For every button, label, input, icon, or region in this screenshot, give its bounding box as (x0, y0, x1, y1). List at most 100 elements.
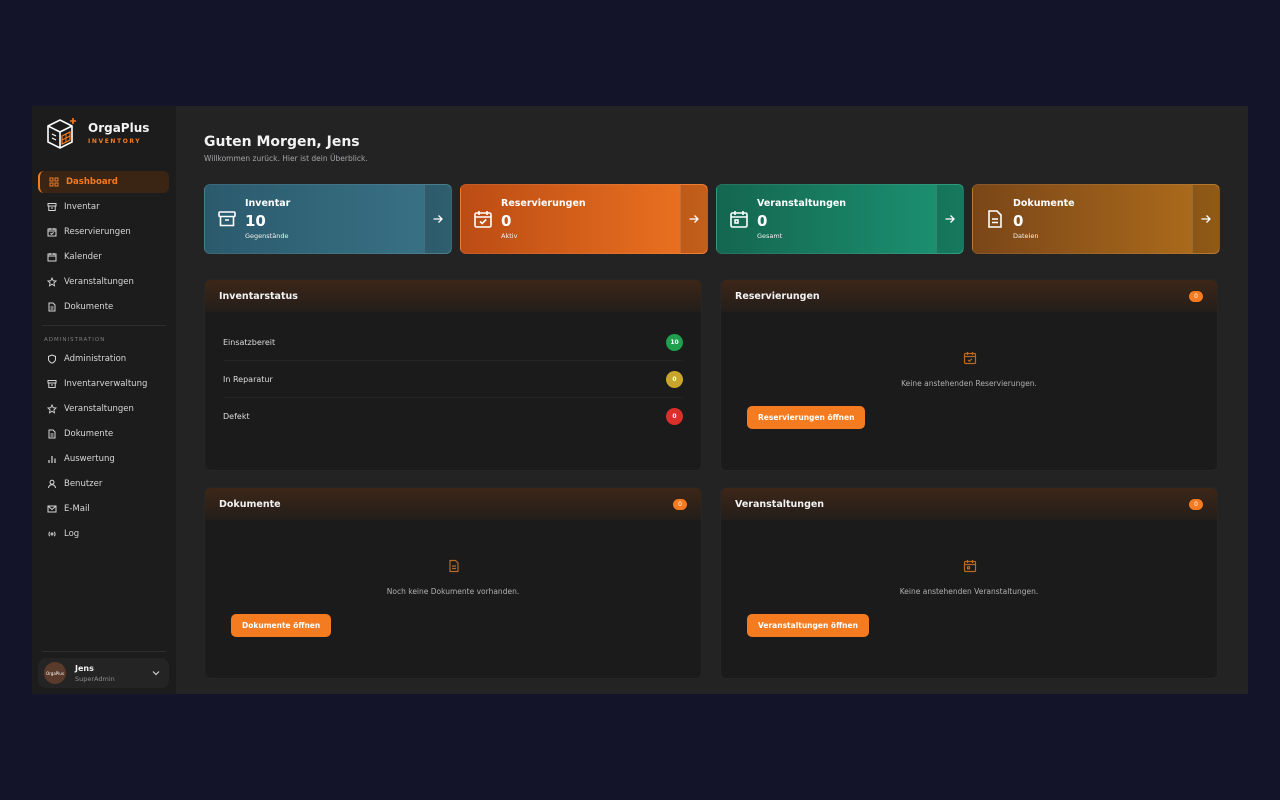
brand[interactable]: OrgaPlus INVENTORY (44, 116, 149, 150)
calendar-icon (730, 211, 748, 228)
shield-icon (48, 354, 56, 364)
stat-title: Reservierungen (501, 198, 586, 209)
panel-header: Inventarstatus (205, 280, 701, 312)
status-count-badge: 0 (666, 407, 683, 425)
sidebar-item-veranstaltungen[interactable]: Veranstaltungen (38, 271, 169, 293)
sidebar-item-label: Veranstaltungen (64, 404, 134, 414)
stat-card-reservierungen[interactable]: Reservierungen 0 Aktiv (460, 184, 708, 254)
inventory-status-panel: Inventarstatus Einsatzbereit 10 In Repar… (204, 279, 702, 471)
chevron-down-icon[interactable] (151, 668, 161, 678)
mail-icon (47, 505, 57, 513)
archive-icon (47, 203, 57, 211)
sidebar-item-dokumente[interactable]: Dokumente (38, 296, 169, 318)
archive-icon (218, 211, 236, 227)
stat-value: 0 (757, 212, 768, 230)
open-reservations-button[interactable]: Reservierungen öffnen (747, 406, 866, 429)
page-subtitle: Willkommen zurück. Hier ist dein Überbli… (204, 154, 368, 163)
admin-section-label: ADMINISTRATION (44, 337, 106, 343)
sidebar-divider (42, 325, 166, 326)
stat-card-veranstaltungen[interactable]: Veranstaltungen 0 Gesamt (716, 184, 964, 254)
sidebar-item-auswertung[interactable]: Auswertung (38, 448, 169, 470)
sidebar-item-reservierungen[interactable]: Reservierungen (38, 221, 169, 243)
stat-card-inventar[interactable]: Inventar 10 Gegenstände (204, 184, 452, 254)
empty-state-text: Noch keine Dokumente vorhanden. (386, 587, 520, 596)
status-row-einsatzbereit: Einsatzbereit 10 (223, 324, 683, 361)
sidebar-divider (42, 651, 166, 652)
user-menu[interactable]: OrgaPlus Jens SuperAdmin (38, 658, 169, 688)
user-name: Jens (75, 663, 94, 673)
calendar-icon (963, 560, 977, 573)
documents-panel: Dokumente 0 Noch keine Dokumente vorhand… (204, 487, 702, 679)
empty-state-text: Keine anstehenden Veranstaltungen. (899, 587, 1039, 596)
grid-icon (49, 177, 59, 187)
status-count-badge: 10 (666, 333, 683, 351)
sidebar-item-label: Log (64, 529, 80, 539)
open-events-button[interactable]: Veranstaltungen öffnen (747, 614, 869, 637)
broadcast-icon (48, 531, 56, 537)
sidebar-item-log[interactable]: Log (38, 523, 169, 545)
logo-box-icon (47, 118, 76, 149)
stat-arrow-button[interactable] (936, 185, 963, 253)
document-icon (48, 302, 56, 312)
calendar-check-icon (47, 228, 57, 237)
open-documents-button[interactable]: Dokumente öffnen (231, 614, 332, 637)
sidebar-item-label: Auswertung (64, 454, 115, 464)
sidebar-item-label: Dokumente (64, 429, 114, 439)
sidebar-item-label: Veranstaltungen (64, 277, 134, 287)
stat-value: 0 (501, 212, 512, 230)
panel-header: Dokumente 0 (205, 488, 701, 520)
stat-arrow-button[interactable] (424, 185, 451, 253)
status-list: Einsatzbereit 10 In Reparatur 0 Defekt 0 (205, 312, 701, 434)
reservations-panel: Reservierungen 0 Keine anstehenden Reser… (720, 279, 1218, 471)
count-badge: 0 (1189, 290, 1203, 302)
sidebar-item-kalender[interactable]: Kalender (38, 246, 169, 268)
sidebar-item-inventar[interactable]: Inventar (38, 196, 169, 218)
status-label: Einsatzbereit (223, 337, 276, 347)
sidebar-item-administration[interactable]: Administration (38, 348, 169, 370)
user-icon (48, 479, 56, 489)
status-count-badge: 0 (666, 370, 683, 388)
bar-chart-icon (48, 456, 56, 463)
sidebar-item-label: Inventarverwaltung (64, 379, 148, 389)
sidebar-item-admin-dokumente[interactable]: Dokumente (38, 423, 169, 445)
stat-subtitle: Aktiv (501, 232, 518, 240)
sidebar-item-admin-veranstaltungen[interactable]: Veranstaltungen (38, 398, 169, 420)
calendar-icon (47, 253, 57, 262)
main-content: Guten Morgen, Jens Willkommen zurück. Hi… (176, 106, 1248, 694)
stat-arrow-button[interactable] (680, 185, 707, 253)
status-row-defekt: Defekt 0 (223, 398, 683, 434)
user-role: SuperAdmin (75, 674, 115, 683)
count-badge: 0 (673, 498, 687, 510)
sidebar-item-dashboard[interactable]: Dashboard (38, 171, 169, 193)
sidebar-item-benutzer[interactable]: Benutzer (38, 473, 169, 495)
stat-value: 10 (245, 212, 266, 230)
stat-arrow-button[interactable] (1192, 185, 1219, 253)
calendar-check-icon (963, 352, 977, 365)
sidebar-item-label: Administration (64, 354, 127, 364)
calendar-check-icon (474, 211, 492, 228)
sidebar-item-label: Benutzer (64, 479, 103, 489)
app-window: OrgaPlus INVENTORY Dashboard Inventar Re… (32, 106, 1248, 694)
admin-nav: Administration Inventarverwaltung Verans… (38, 348, 169, 548)
sidebar-item-label: Dashboard (66, 177, 118, 187)
stat-value: 0 (1013, 212, 1024, 230)
arrow-right-icon (1201, 215, 1211, 223)
stat-title: Inventar (245, 198, 291, 209)
document-icon (48, 429, 56, 439)
archive-icon (47, 380, 57, 388)
empty-state-text: Keine anstehenden Reservierungen. (901, 379, 1037, 388)
stat-card-dokumente[interactable]: Dokumente 0 Dateien (972, 184, 1220, 254)
brand-subtitle: INVENTORY (88, 138, 142, 145)
status-row-in-reparatur: In Reparatur 0 (223, 361, 683, 398)
panel-title: Inventarstatus (219, 290, 298, 302)
stat-subtitle: Gesamt (757, 232, 783, 240)
sidebar-item-inventarverwaltung[interactable]: Inventarverwaltung (38, 373, 169, 395)
avatar: OrgaPlus (44, 662, 66, 684)
stat-title: Veranstaltungen (757, 198, 847, 209)
main-nav: Dashboard Inventar Reservierungen Kalend… (38, 171, 169, 321)
status-label: Defekt (223, 411, 250, 421)
sidebar-item-email[interactable]: E-Mail (38, 498, 169, 520)
events-panel: Veranstaltungen 0 Keine anstehenden Vera… (720, 487, 1218, 679)
sidebar-item-label: E-Mail (64, 504, 90, 514)
document-icon (988, 210, 1002, 228)
